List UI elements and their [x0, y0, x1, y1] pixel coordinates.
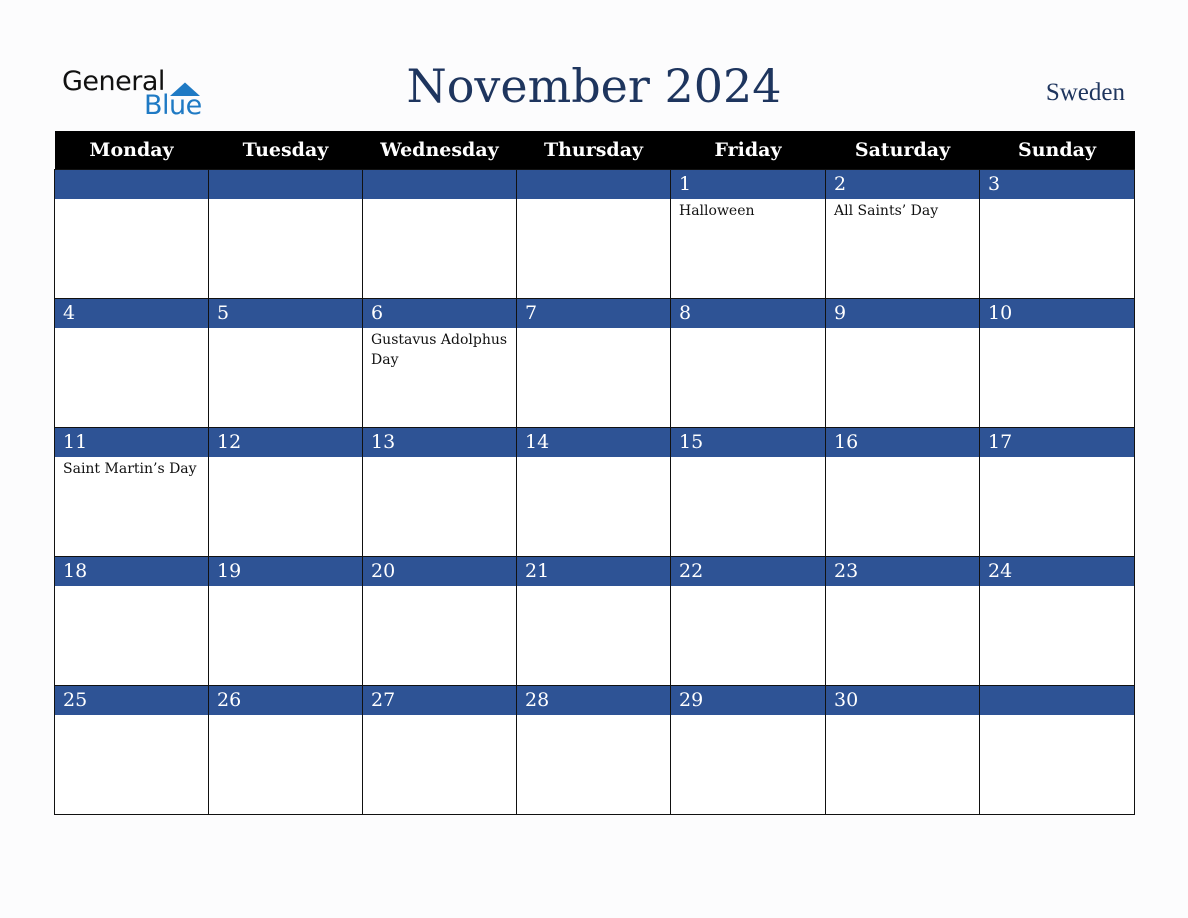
day-number: 10: [979, 298, 1135, 328]
day-number: 1: [670, 169, 826, 199]
day-number: 25: [54, 685, 209, 715]
day-number: 30: [825, 685, 980, 715]
day-number: 28: [516, 685, 671, 715]
weekday-header: Tuesday: [208, 131, 363, 170]
day-event: [825, 457, 980, 557]
weekday-header: Monday: [54, 131, 209, 170]
day-number: 8: [670, 298, 826, 328]
week-date-row: 25 26 27 28 29 30: [54, 685, 1135, 715]
week-event-row: [54, 715, 1135, 815]
day-event: [979, 199, 1135, 299]
day-number: [54, 169, 209, 199]
weekday-header: Friday: [670, 131, 826, 170]
day-event: [362, 586, 517, 686]
day-event: [208, 715, 363, 815]
weekday-header: Sunday: [979, 131, 1135, 170]
day-number: [516, 169, 671, 199]
day-event: [825, 586, 980, 686]
day-event: [54, 199, 209, 299]
day-event: [208, 199, 363, 299]
day-event: [54, 328, 209, 428]
week-date-row: 11 12 13 14 15 16 17: [54, 427, 1135, 457]
country-label: Sweden: [1045, 79, 1125, 106]
day-number: 22: [670, 556, 826, 586]
day-event: [670, 586, 826, 686]
day-event: [516, 586, 671, 686]
day-event: All Saints’ Day: [825, 199, 980, 299]
page-title: November 2024: [406, 59, 782, 113]
day-number: 13: [362, 427, 517, 457]
day-event: [362, 457, 517, 557]
day-number: 18: [54, 556, 209, 586]
day-event: [979, 715, 1135, 815]
day-event: [825, 715, 980, 815]
day-event: Saint Martin’s Day: [54, 457, 209, 557]
day-event: [208, 586, 363, 686]
day-number: 24: [979, 556, 1135, 586]
week-event-row: [54, 586, 1135, 686]
day-number: 16: [825, 427, 980, 457]
day-event: [670, 328, 826, 428]
day-event: [825, 328, 980, 428]
day-number: 20: [362, 556, 517, 586]
day-number: [979, 685, 1135, 715]
day-number: 19: [208, 556, 363, 586]
day-event: [362, 199, 517, 299]
week-date-row: 4 5 6 7 8 9 10: [54, 298, 1135, 328]
week-event-row: Halloween All Saints’ Day: [54, 199, 1135, 299]
weekday-header-row: Monday Tuesday Wednesday Thursday Friday…: [54, 131, 1135, 170]
day-number: 9: [825, 298, 980, 328]
day-number: 6: [362, 298, 517, 328]
day-event: [979, 328, 1135, 428]
weekday-header: Thursday: [516, 131, 671, 170]
day-event: [516, 457, 671, 557]
day-event: [362, 715, 517, 815]
day-event: [670, 715, 826, 815]
day-event: [208, 457, 363, 557]
day-number: 12: [208, 427, 363, 457]
day-event: [979, 457, 1135, 557]
day-event: [516, 199, 671, 299]
day-number: 15: [670, 427, 826, 457]
week-event-row: Gustavus Adolphus Day: [54, 328, 1135, 428]
day-number: 2: [825, 169, 980, 199]
day-event: [670, 457, 826, 557]
day-event: [54, 715, 209, 815]
day-event: [516, 328, 671, 428]
weekday-header: Saturday: [825, 131, 980, 170]
day-event: [54, 586, 209, 686]
day-number: 29: [670, 685, 826, 715]
day-number: 21: [516, 556, 671, 586]
day-event: [979, 586, 1135, 686]
day-number: 17: [979, 427, 1135, 457]
day-event: Halloween: [670, 199, 826, 299]
day-number: [208, 169, 363, 199]
day-number: [362, 169, 517, 199]
day-number: 26: [208, 685, 363, 715]
weekday-header: Wednesday: [362, 131, 517, 170]
week-event-row: Saint Martin’s Day: [54, 457, 1135, 557]
day-number: 3: [979, 169, 1135, 199]
day-number: 11: [54, 427, 209, 457]
day-event: [208, 328, 363, 428]
week-date-row: 18 19 20 21 22 23 24: [54, 556, 1135, 586]
day-number: 23: [825, 556, 980, 586]
day-event: Gustavus Adolphus Day: [362, 328, 517, 428]
day-number: 27: [362, 685, 517, 715]
week-date-row: 123: [54, 169, 1135, 199]
calendar-grid: Monday Tuesday Wednesday Thursday Friday…: [54, 131, 1135, 815]
day-number: 4: [54, 298, 209, 328]
day-number: 7: [516, 298, 671, 328]
day-number: 5: [208, 298, 363, 328]
day-event: [516, 715, 671, 815]
day-number: 14: [516, 427, 671, 457]
